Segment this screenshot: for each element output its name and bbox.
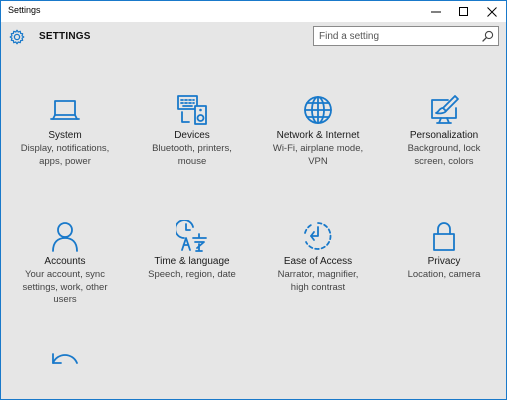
- category-label: Time & language: [154, 256, 230, 267]
- minimize-button[interactable]: [422, 1, 450, 22]
- category-description: Display, notifications, apps, power: [20, 143, 110, 167]
- maximize-icon: [459, 6, 468, 16]
- minimize-icon: [431, 11, 441, 12]
- title-bar[interactable]: Settings: [1, 1, 506, 22]
- gear-icon: [9, 29, 25, 45]
- close-button[interactable]: [478, 1, 506, 22]
- category-description: Wi-Fi, airplane mode, VPN: [272, 143, 364, 167]
- category-label: Network & Internet: [276, 130, 360, 141]
- maximize-button[interactable]: [450, 1, 478, 22]
- category-label: Accounts: [44, 256, 86, 267]
- category-description: Bluetooth, printers, mouse: [152, 143, 232, 167]
- paint-icon: [431, 95, 459, 124]
- globe-icon: [304, 96, 332, 124]
- settings-window: Settings SETTINGS System: [0, 0, 507, 400]
- update-icon: [52, 353, 78, 364]
- category-description: Background, lock screen, colors: [407, 143, 481, 167]
- laptop-icon: [50, 100, 80, 120]
- category-update-security[interactable]: [3, 343, 127, 373]
- devices-icon: [177, 95, 207, 125]
- category-label: Devices: [174, 130, 210, 141]
- time-language-icon: [176, 220, 207, 252]
- category-label: Personalization: [409, 130, 479, 141]
- category-label: Privacy: [427, 256, 461, 267]
- lock-icon: [433, 222, 455, 251]
- search-box[interactable]: [313, 26, 499, 46]
- category-label: System: [48, 130, 82, 141]
- ease-of-access-icon: [304, 222, 332, 250]
- page-title: SETTINGS: [39, 31, 91, 42]
- search-icon[interactable]: [482, 30, 494, 42]
- category-description: Your account, sync settings, work, other…: [22, 269, 108, 305]
- search-input[interactable]: [319, 29, 469, 43]
- close-icon: [487, 6, 497, 17]
- category-description: Speech, region, date: [148, 269, 236, 280]
- category-description: Location, camera: [407, 269, 481, 280]
- category-label: Ease of Access: [283, 256, 353, 267]
- person-icon: [52, 222, 78, 252]
- category-description: Narrator, magnifier, high contrast: [277, 269, 359, 293]
- window-title: Settings: [8, 5, 41, 15]
